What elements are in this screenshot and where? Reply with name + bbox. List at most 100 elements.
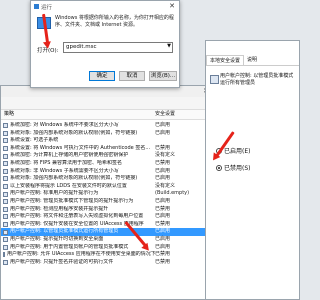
run-description: Windows 将根据你所输入的名称，为你打开相应的程序、文件夹、文档或 Int… — [55, 15, 174, 28]
policy-item-icon — [3, 214, 8, 220]
policy-item-icon — [3, 237, 8, 243]
row-policy-text: 系统加密: 将 FIPS 兼容算法用于加密、哈希和签名 — [10, 159, 122, 166]
row-policy-name: 系统对象: 加强内部系统对象的默认权限(例如，符号链接) — [1, 130, 155, 138]
table-row[interactable]: 系统对象: 加强内部系统对象的默认权限(例如，符号链接) 已启用 — [1, 175, 213, 183]
policy-title: 用户帐户控制: 以管理员批准模式运行所有管理员 — [220, 73, 294, 86]
policy-item-icon — [3, 146, 8, 152]
row-policy-text: 用户帐户控制: 提示提升时切换到安全桌面 — [10, 235, 104, 242]
row-policy-name: 以上安装程序将提示 LDDS 在安装文件时的默认位置 — [1, 183, 155, 191]
row-policy-name: 用户帐户控制: 检测应用程序安装并提示提升 — [1, 206, 155, 214]
row-policy-text: 用户帐户控制: 只提升签名并验证的可执行文件 — [10, 258, 114, 265]
policy-item-icon — [3, 244, 8, 250]
table-row[interactable]: 用户帐户控制: 只提升签名并验证的可执行文件 已禁用 — [1, 259, 213, 267]
policy-item-icon — [3, 123, 8, 129]
tab-explain[interactable]: 说明 — [244, 55, 260, 65]
row-policy-text: 用户帐户控制: 管理员批准模式下管理员的提升提示行为 — [10, 197, 134, 204]
ok-button[interactable]: 确定 — [89, 71, 115, 81]
run-title: 运行 — [41, 4, 53, 11]
row-policy-text: 系统对象: 加强内部系统对象的默认权限(例如，符号链接) — [10, 129, 138, 136]
row-policy-name: 用户帐户控制: 标准用户的提升提示行为 — [1, 190, 155, 198]
row-policy-text: 系统设置: 可选子系统 — [10, 137, 59, 144]
row-policy-name: 系统加密: 将 FIPS 兼容算法用于加密、哈希和签名 — [1, 160, 155, 168]
row-policy-name: 用户帐户控制: 将文件和注册表写入失败虚拟化到每用户位置 — [1, 213, 155, 221]
row-policy-name: 系统设置: 可选子系统 — [1, 137, 155, 145]
table-row[interactable]: 用户帐户控制: 以管理员批准模式运行所有管理员 已启用 — [1, 228, 213, 236]
run-titlebar: 运行 ✕ — [31, 1, 179, 12]
row-policy-name: 用户帐户控制: 允许 UIAccess 应用程序在不使用安全桌面的情况下提示提升 — [1, 251, 155, 259]
policy-item-icon — [3, 161, 8, 167]
policy-item-icon — [3, 191, 8, 197]
run-dialog: 运行 ✕ Windows 将根据你所输入的名称，为你打开相应的程序、文件夹、文档… — [30, 0, 180, 88]
table-row[interactable]: 系统设置: 将 Windows 可执行文件中的 Authenticode 签名.… — [1, 145, 213, 153]
table-row[interactable]: 用户帐户控制: 用于内置管理员帐户的管理员批准模式 已启用 — [1, 244, 213, 252]
tab-local-security[interactable]: 本地安全设置 — [206, 55, 245, 65]
table-row[interactable]: 用户帐户控制: 仅提升安装在安全位置的 UIAccess 应用程序 已禁用 — [1, 221, 213, 229]
row-policy-text: 系统设置: 将 Windows 可执行文件中的 Authenticode 签名.… — [10, 144, 151, 151]
row-policy-name: 用户帐户控制: 管理员批准模式下管理员的提升提示行为 — [1, 198, 155, 206]
properties-dialog: 本地安全设置 说明 用户帐户控制: 以管理员批准模式运行所有管理员 已启用(E)… — [205, 40, 300, 300]
row-policy-name: 系统对象: 非 Windows 子系统需要不区分大小写 — [1, 168, 155, 176]
editor-toolbar — [1, 97, 213, 110]
enabled-label: 已启用(E) — [224, 148, 251, 155]
row-policy-text: 系统加密: 为计算机上存储的用户密钥使用强密钥保护 — [10, 152, 129, 159]
row-policy-text: 以上安装程序将提示 LDDS 在安装文件时的默认位置 — [10, 182, 127, 189]
dropdown-arrow-icon[interactable]: ▼ — [167, 43, 171, 49]
row-policy-name: 系统加密: 对 Windows 系统中不要求区分大小写 — [1, 122, 155, 130]
policy-item-icon — [3, 229, 8, 235]
row-policy-text: 用户帐户控制: 用于内置管理员帐户的管理员批准模式 — [10, 243, 129, 250]
table-row[interactable]: 系统对象: 加强内部系统对象的默认权限(例如，符号链接) 已启用 — [1, 130, 213, 138]
disabled-radio[interactable]: 已禁用(S) — [216, 163, 251, 172]
row-policy-name: 用户帐户控制: 只提升签名并验证的可执行文件 — [1, 259, 155, 267]
table-row[interactable]: 系统设置: 可选子系统 — [1, 137, 213, 145]
run-icon — [34, 4, 39, 9]
table-row[interactable]: 用户帐户控制: 允许 UIAccess 应用程序在不使用安全桌面的情况下提示提升… — [1, 251, 213, 259]
table-row[interactable]: 用户帐户控制: 将文件和注册表写入失败虚拟化到每用户位置 已启用 — [1, 213, 213, 221]
row-policy-text: 系统对象: 加强内部系统对象的默认权限(例如，符号链接) — [10, 175, 138, 182]
policy-item-icon — [3, 222, 8, 228]
table-row[interactable]: 用户帐户控制: 标准用户的提升提示行为 (Build.empty) — [1, 190, 213, 198]
row-policy-name: 系统设置: 将 Windows 可执行文件中的 Authenticode 签名.… — [1, 145, 155, 153]
policy-item-icon — [3, 168, 8, 174]
disabled-radio-circle[interactable] — [216, 164, 222, 171]
policy-item-icon — [3, 176, 8, 182]
row-policy-name: 系统对象: 加强内部系统对象的默认权限(例如，符号链接) — [1, 175, 155, 183]
table-row[interactable]: 用户帐户控制: 提示提升时切换到安全桌面 已启用 — [1, 236, 213, 244]
props-tabs: 本地安全设置 说明 — [206, 55, 299, 66]
table-row[interactable]: 系统加密: 为计算机上存储的用户密钥使用强密钥保护 没有定义 — [1, 152, 213, 160]
policy-item-icon — [3, 206, 8, 212]
table-row[interactable]: 系统加密: 对 Windows 系统中不要求区分大小写 已启用 — [1, 122, 213, 130]
row-policy-name: 用户帐户控制: 提示提升时切换到安全桌面 — [1, 236, 155, 244]
open-input-value: gpedit.msc — [66, 44, 97, 50]
row-policy-name: 用户帐户控制: 用于内置管理员帐户的管理员批准模式 — [1, 244, 155, 252]
policy-editor-window: ✕ 策略 安全设置 系统加密: 对 Windows 系统中不要求区分大小写已启用… — [0, 85, 214, 300]
policy-item-icon — [3, 199, 8, 205]
row-policy-text: 用户帐户控制: 标准用户的提升提示行为 — [10, 190, 99, 197]
cancel-button[interactable]: 取消 — [119, 71, 145, 81]
row-policy-text: 用户帐户控制: 将文件和注册表写入失败虚拟化到每用户位置 — [10, 213, 144, 220]
policy-item-icon — [3, 184, 8, 190]
row-policy-text: 系统加密: 对 Windows 系统中不要求区分大小写 — [10, 122, 119, 128]
table-row[interactable]: 系统加密: 将 FIPS 兼容算法用于加密、哈希和签名 已禁用 — [1, 160, 213, 168]
policy-item-icon — [3, 138, 8, 144]
table-row[interactable]: 用户帐户控制: 管理员批准模式下管理员的提升提示行为 已启用 — [1, 198, 213, 206]
policy-item-icon — [3, 153, 8, 159]
table-row[interactable]: 系统对象: 非 Windows 子系统需要不区分大小写 已启用 — [1, 168, 213, 176]
disabled-label: 已禁用(S) — [224, 165, 251, 172]
policy-item-icon — [3, 259, 8, 265]
row-policy-text: 系统对象: 非 Windows 子系统需要不区分大小写 — [10, 167, 119, 174]
policy-list: 系统加密: 对 Windows 系统中不要求区分大小写 已启用 系统对象: 加强内部… — [1, 120, 213, 266]
column-policy[interactable]: 策略 — [1, 110, 155, 119]
browse-button[interactable]: 浏览(B)... — [149, 71, 177, 81]
run-close-icon[interactable]: ✕ — [165, 1, 179, 12]
row-policy-text: 用户帐户控制: 检测应用程序安装并提示提升 — [10, 205, 109, 212]
open-input[interactable]: gpedit.msc ▼ — [63, 42, 173, 53]
policy-icon — [210, 75, 219, 84]
table-row[interactable]: 以上安装程序将提示 LDDS 在安装文件时的默认位置 没有定义 — [1, 183, 213, 191]
table-row[interactable]: 用户帐户控制: 检测应用程序安装并提示提升 已禁用 — [1, 206, 213, 214]
editor-column-header: 策略 安全设置 — [1, 110, 213, 120]
row-policy-text: 用户帐户控制: 以管理员批准模式运行所有管理员 — [10, 228, 119, 235]
policy-item-icon — [3, 252, 5, 258]
row-policy-text: 用户帐户控制: 允许 UIAccess 应用程序在不使用安全桌面的情况下提示提升 — [7, 251, 155, 258]
row-policy-name: 系统加密: 为计算机上存储的用户密钥使用强密钥保护 — [1, 152, 155, 160]
policy-item-icon — [3, 130, 8, 136]
